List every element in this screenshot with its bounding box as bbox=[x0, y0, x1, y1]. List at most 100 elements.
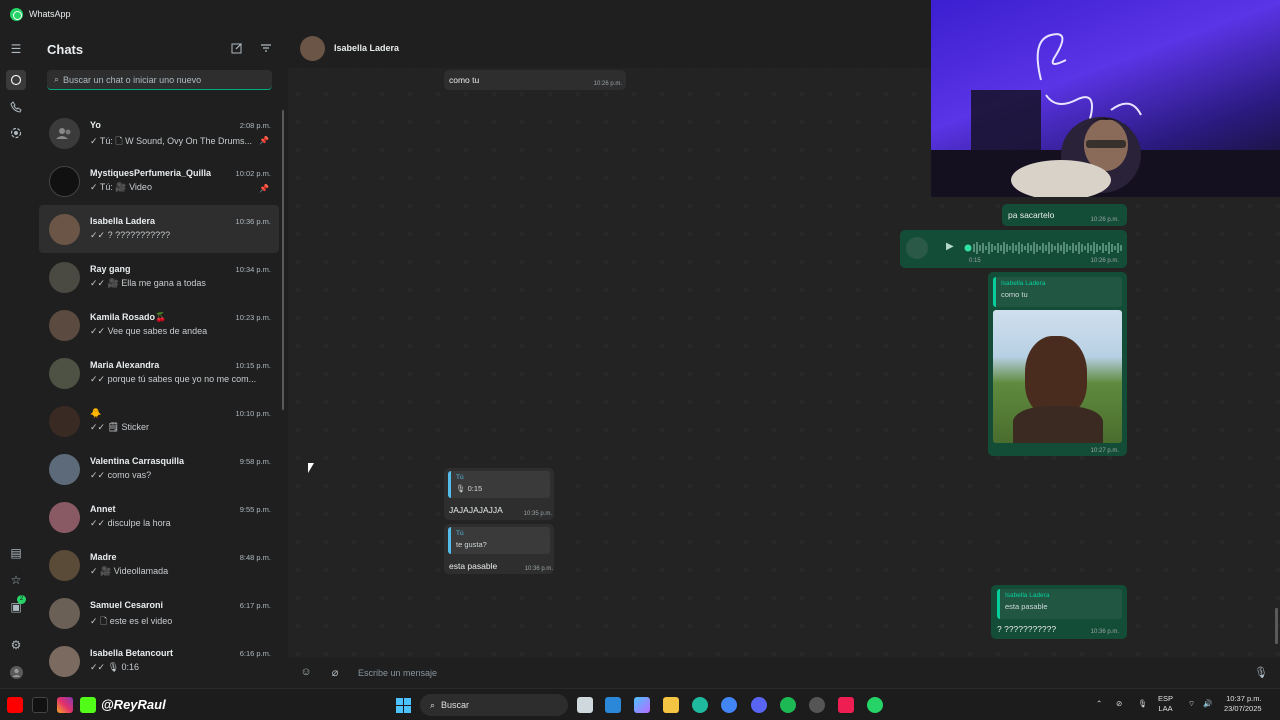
archive-icon[interactable]: ▣ 2 bbox=[8, 595, 26, 615]
voice-sender-avatar bbox=[906, 237, 928, 259]
chat-item-isabella-ladera[interactable]: Isabella Ladera 10:36 p.m. ✓✓ ? ????????… bbox=[39, 205, 279, 253]
chat-item-chick[interactable]: 🐥 10:10 p.m. ✓✓ 🗒 Sticker bbox=[39, 397, 279, 445]
status-icon[interactable] bbox=[8, 125, 24, 141]
windows-taskbar: @ReyRaul ⌕ Buscar ⌃ ⊘ 🎙 ESP LAA ⌔ 🔊 10:3… bbox=[0, 688, 1280, 720]
chat-time: 8:48 p.m. bbox=[239, 553, 271, 562]
search-input[interactable] bbox=[63, 74, 264, 85]
chat-item-maria-alexandra[interactable]: Maria Alexandra 10:15 p.m. ✓✓ porque tú … bbox=[39, 349, 279, 397]
chat-name: Isabella Ladera bbox=[90, 216, 156, 226]
clock[interactable]: 10:37 p.m. 23/07/2025 bbox=[1224, 694, 1262, 714]
chat-name: MystiquesPerfumeria_Quilla bbox=[90, 168, 212, 178]
quoted-message[interactable]: Tú 🎙 0:15 bbox=[448, 471, 550, 498]
network-icon[interactable]: ⊘ bbox=[1116, 699, 1122, 709]
chat-item-samuel-cesaroni[interactable]: Samuel Cesaroni 6:17 p.m. ✓ 🗋 este es el… bbox=[39, 589, 279, 637]
chat-preview: ✓✓ porque tú sabes que yo no me com... bbox=[90, 374, 257, 384]
tiktok-icon[interactable] bbox=[32, 697, 48, 713]
whatsapp-taskbar-icon[interactable] bbox=[867, 697, 883, 713]
waveform-icon[interactable] bbox=[964, 240, 1124, 256]
store-icon[interactable] bbox=[605, 697, 621, 713]
chat-time: 6:17 p.m. bbox=[239, 601, 271, 610]
chat-item-kamila-rosado[interactable]: Kamila Rosado🍒 10:23 p.m. ✓✓ Vee que sab… bbox=[39, 301, 279, 349]
search-box[interactable]: ⌕ bbox=[47, 70, 272, 90]
message-outgoing[interactable]: Isabella Ladera esta pasable ? ?????????… bbox=[991, 585, 1127, 639]
avatar bbox=[49, 118, 80, 149]
chat-item-annet[interactable]: Annet 9:55 p.m. ✓✓ disculpe la hora bbox=[39, 493, 279, 541]
emoji-icon[interactable]: ☺ bbox=[299, 666, 313, 680]
chat-time: 10:10 p.m. bbox=[235, 409, 271, 418]
microphone-icon[interactable]: 🎙 bbox=[1254, 666, 1268, 680]
chat-item-yo[interactable]: Yo 2:08 p.m. ✓ Tú: 🗋 W Sound, Ovy On The… bbox=[39, 109, 279, 157]
menu-icon[interactable]: ☰ bbox=[8, 41, 24, 57]
message-incoming[interactable]: Tú te gusta? esta pasable 10:36 p.m. bbox=[444, 524, 554, 574]
search-icon: ⌕ bbox=[54, 74, 60, 84]
task-view-icon[interactable] bbox=[577, 697, 593, 713]
tray-overflow-icon[interactable]: ⌃ bbox=[1096, 699, 1102, 709]
chat-preview: ✓ 🎥 Videollamada bbox=[90, 566, 169, 576]
chat-preview: ✓✓ Vee que sabes de andea bbox=[90, 326, 208, 336]
new-chat-icon[interactable] bbox=[231, 42, 245, 56]
voice-duration: 0:15 bbox=[969, 258, 981, 264]
chat-item-isabella-betancourt[interactable]: Isabella Betancourt 6:16 p.m. ✓✓ 🎙 0:16 bbox=[39, 637, 279, 685]
chat-preview: ✓✓ 🎥 Ella me gana a todas bbox=[90, 278, 206, 288]
calls-icon[interactable] bbox=[8, 99, 24, 115]
chat-item-mystiques[interactable]: MystiquesPerfumeria_Quilla 10:02 p.m. ✓ … bbox=[39, 157, 279, 205]
chrome-icon[interactable] bbox=[721, 697, 737, 713]
chat-name: Maria Alexandra bbox=[90, 360, 160, 370]
chats-icon[interactable] bbox=[6, 70, 26, 90]
photo-attachment[interactable] bbox=[993, 310, 1122, 443]
attach-icon[interactable]: ⌀ bbox=[328, 666, 342, 680]
quoted-message[interactable]: Isabella Ladera como tu bbox=[993, 277, 1122, 307]
message-time: 10:26 p.m. bbox=[593, 81, 622, 87]
message-text: ? ??????????? bbox=[997, 624, 1057, 634]
windows-start-icon[interactable] bbox=[396, 698, 411, 713]
mic-tray-icon[interactable]: 🎙 bbox=[1138, 699, 1148, 709]
chat-time: 6:16 p.m. bbox=[239, 649, 271, 658]
chat-preview: ✓✓ ? ??????????? bbox=[90, 230, 171, 240]
message-input[interactable] bbox=[358, 665, 1238, 681]
chat-list: Yo 2:08 p.m. ✓ Tú: 🗋 W Sound, Ovy On The… bbox=[39, 109, 279, 685]
obs-icon[interactable] bbox=[809, 697, 825, 713]
wifi-icon[interactable]: ⌔ bbox=[1188, 699, 1195, 709]
taskbar-search[interactable]: ⌕ Buscar bbox=[420, 694, 568, 716]
instagram-icon[interactable] bbox=[57, 697, 73, 713]
chat-item-valentina-carrasquilla[interactable]: Valentina Carrasquilla 9:58 p.m. ✓✓ como… bbox=[39, 445, 279, 493]
contact-avatar[interactable] bbox=[300, 36, 325, 61]
image-message[interactable]: Isabella Ladera como tu 10:27 p.m. bbox=[988, 272, 1127, 456]
kick-icon[interactable] bbox=[80, 697, 96, 713]
avatar bbox=[49, 550, 80, 581]
avatar bbox=[49, 166, 80, 197]
starred-icon[interactable]: ☆ bbox=[8, 572, 24, 588]
file-explorer-icon[interactable] bbox=[663, 697, 679, 713]
lang-layout: LAA bbox=[1158, 704, 1173, 713]
spotify-icon[interactable] bbox=[780, 697, 796, 713]
conversation-scrollbar[interactable] bbox=[1275, 608, 1278, 644]
chat-item-madre[interactable]: Madre 8:48 p.m. ✓ 🎥 Videollamada bbox=[39, 541, 279, 589]
chat-preview: ✓✓ disculpe la hora bbox=[90, 518, 171, 528]
tiktok-live-icon[interactable] bbox=[838, 697, 854, 713]
language-indicator[interactable]: ESP LAA bbox=[1158, 694, 1173, 714]
play-icon[interactable]: ▶ bbox=[946, 241, 954, 252]
profile-avatar[interactable] bbox=[8, 664, 24, 680]
copilot-icon[interactable] bbox=[634, 697, 650, 713]
chat-time: 10:15 p.m. bbox=[235, 361, 271, 370]
search-icon: ⌕ bbox=[430, 699, 436, 710]
message-outgoing[interactable]: pa sacartelo 10:26 p.m. bbox=[1002, 204, 1127, 226]
message-time: 10:27 p.m. bbox=[1090, 448, 1119, 454]
message-incoming[interactable]: como tu 10:26 p.m. bbox=[444, 70, 626, 90]
taskbar-search-label: Buscar bbox=[441, 700, 470, 710]
settings-icon[interactable]: ⚙ bbox=[8, 637, 24, 653]
quoted-message[interactable]: Isabella Ladera esta pasable bbox=[997, 589, 1122, 619]
chat-list-scrollbar[interactable] bbox=[282, 110, 284, 410]
avatar bbox=[49, 502, 80, 533]
channels-icon[interactable]: ▤ bbox=[8, 545, 24, 561]
message-incoming[interactable]: Tú 🎙 0:15 JAJAJAJAJJA 10:35 p.m. bbox=[444, 468, 554, 520]
youtube-icon[interactable] bbox=[7, 697, 23, 713]
discord-icon[interactable] bbox=[751, 697, 767, 713]
edge-icon[interactable] bbox=[692, 697, 708, 713]
filter-icon[interactable] bbox=[260, 42, 274, 56]
quoted-message[interactable]: Tú te gusta? bbox=[448, 527, 550, 554]
chat-item-ray-gang[interactable]: Ray gang 10:34 p.m. ✓✓ 🎥 Ella me gana a … bbox=[39, 253, 279, 301]
chat-name: Yo bbox=[90, 120, 101, 130]
voice-message[interactable]: ▶ 0:15 10:26 p.m. bbox=[900, 230, 1127, 268]
volume-icon[interactable]: 🔊 bbox=[1203, 699, 1212, 709]
